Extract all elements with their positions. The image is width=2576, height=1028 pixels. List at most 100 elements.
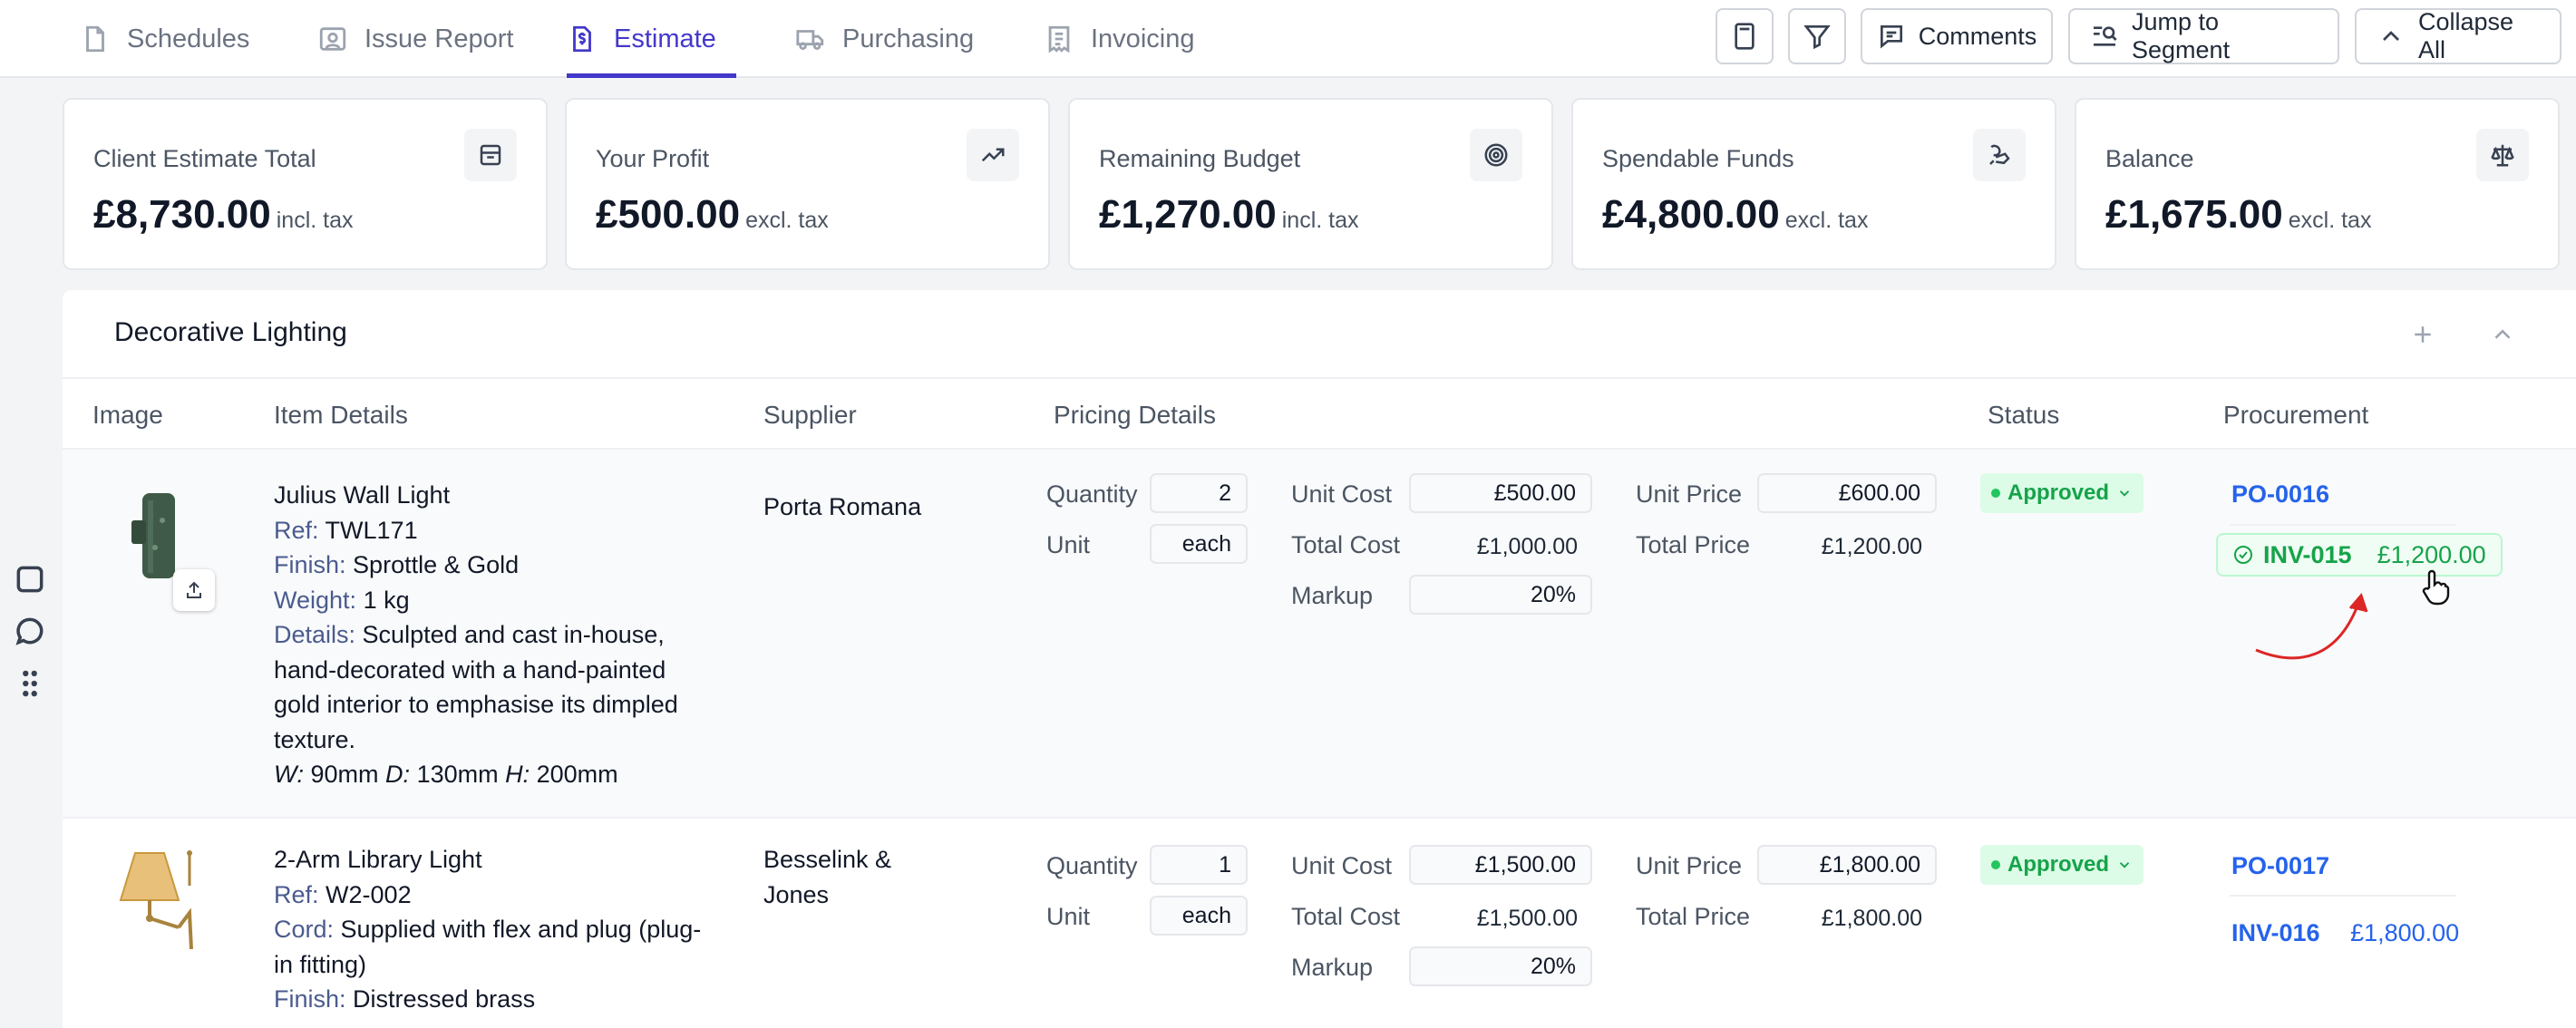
invoice-link[interactable]: INV-016 £1,800.00	[2231, 919, 2459, 947]
unit-input[interactable]: each	[1150, 524, 1248, 564]
purchase-order-link[interactable]: PO-0016	[2231, 480, 2329, 509]
estimate-icon	[573, 25, 591, 53]
supplier-name: Porta Romana	[763, 493, 922, 520]
collapse-all-button[interactable]: Collapse All	[2355, 8, 2561, 64]
issue-report-icon	[319, 27, 346, 51]
tab-estimate[interactable]: Estimate	[567, 0, 736, 78]
unit-price-input[interactable]: £1,800.00	[1757, 845, 1937, 885]
item-details: 2-Arm Library Light Ref: W2-002 Cord: Su…	[274, 842, 718, 1017]
tab-label: Estimate	[614, 24, 716, 53]
comments-icon	[1880, 25, 1902, 49]
card-label: Client Estimate Total	[93, 145, 316, 172]
invoice-number: INV-016	[2231, 919, 2320, 946]
column-header-status: Status	[1988, 401, 2060, 429]
tab-label: Issue Report	[365, 24, 514, 53]
upload-image-button[interactable]	[173, 569, 215, 611]
table-header: Image Item Details Supplier Pricing Deta…	[63, 377, 2576, 450]
card-amount: £1,675.00 excl. tax	[2105, 192, 2372, 237]
calculator-icon	[1735, 23, 1755, 50]
tab-issue-report[interactable]: Issue Report	[317, 0, 513, 78]
tab-label: Invoicing	[1091, 24, 1195, 53]
quantity-input[interactable]: 2	[1150, 473, 1248, 513]
unit-price-input[interactable]: £600.00	[1757, 473, 1937, 513]
summary-card-client-estimate: Client Estimate Total £8,730.00 incl. tax	[63, 98, 548, 270]
upload-icon	[187, 581, 201, 598]
quantity-label: Quantity	[1046, 480, 1138, 508]
card-label: Balance	[2105, 145, 2194, 172]
unit-label: Unit	[1046, 531, 1091, 558]
unit-cost-input[interactable]: £500.00	[1409, 473, 1592, 513]
trending-up-icon	[967, 129, 1019, 181]
status-badge[interactable]: Approved	[1980, 473, 2144, 513]
hand-cursor-icon	[2422, 569, 2450, 606]
markup-input[interactable]: 20%	[1409, 575, 1592, 615]
square-icon[interactable]	[13, 562, 47, 596]
purchase-order-link[interactable]: PO-0017	[2231, 852, 2329, 880]
unit-cost-label: Unit Cost	[1291, 480, 1393, 508]
item-finish: Finish: Sprottle & Gold	[274, 551, 520, 578]
chat-bubble-icon[interactable]	[13, 614, 47, 648]
target-icon	[1470, 129, 1522, 181]
item-description: Details: Sculpted and cast in-house, han…	[274, 621, 678, 753]
status-badge[interactable]: Approved	[1980, 845, 2144, 885]
calculator-button[interactable]	[1716, 8, 1774, 64]
item-name: 2-Arm Library Light	[274, 846, 482, 873]
total-cost-label: Total Cost	[1291, 903, 1401, 930]
tab-invoicing[interactable]: Invoicing	[1044, 0, 1194, 78]
comments-label: Comments	[1918, 22, 2037, 50]
summary-card-spendable-funds: Spendable Funds £4,800.00 excl. tax	[1571, 98, 2056, 270]
card-amount: £4,800.00 excl. tax	[1602, 192, 1869, 237]
item-finish: Finish: Distressed brass	[274, 985, 536, 1013]
total-cost-label: Total Cost	[1291, 531, 1401, 558]
total-cost-value: £1,000.00	[1476, 534, 1578, 559]
add-item-button[interactable]	[2400, 312, 2445, 357]
unit-label: Unit	[1046, 903, 1091, 930]
total-cost-value: £1,500.00	[1476, 906, 1578, 931]
item-cord: Cord: Supplied with flex and plug (plug-…	[274, 916, 702, 978]
filter-button[interactable]	[1788, 8, 1846, 64]
chevron-up-icon	[2383, 31, 2399, 41]
unit-cost-input[interactable]: £1,500.00	[1409, 845, 1592, 885]
drag-handle-icon[interactable]	[13, 666, 47, 701]
total-price-value: £1,800.00	[1821, 906, 1922, 931]
status-dot	[1991, 489, 2000, 498]
comments-button[interactable]: Comments	[1861, 8, 2053, 64]
item-name: Julius Wall Light	[274, 481, 451, 509]
filter-icon	[1803, 25, 1831, 50]
markup-input[interactable]: 20%	[1409, 946, 1592, 986]
status-label: Approved	[2007, 480, 2110, 505]
collapse-section-button[interactable]	[2480, 312, 2525, 357]
jump-to-segment-button[interactable]: Jump to Segment	[2068, 8, 2339, 64]
scale-icon	[2476, 129, 2529, 181]
column-header-supplier: Supplier	[763, 401, 857, 429]
item-ref: Ref: TWL171	[274, 516, 418, 544]
unit-input[interactable]: each	[1150, 896, 1248, 936]
quantity-input[interactable]: 1	[1150, 845, 1248, 885]
collapse-label: Collapse All	[2418, 8, 2514, 63]
column-header-procurement: Procurement	[2223, 401, 2369, 429]
tab-label: Schedules	[127, 24, 250, 53]
item-weight: Weight: 1 kg	[274, 586, 410, 614]
card-label: Spendable Funds	[1602, 145, 1794, 172]
tab-purchasing[interactable]: Purchasing	[795, 0, 974, 78]
search-list-icon	[2094, 26, 2117, 46]
card-label: Remaining Budget	[1099, 145, 1301, 172]
invoice-icon	[1048, 25, 1070, 53]
divider	[2230, 524, 2456, 526]
truck-icon	[796, 30, 824, 51]
chevron-down-icon	[2119, 490, 2130, 497]
jump-label: Jump to Segment	[2132, 8, 2231, 63]
table-row[interactable]: 2-Arm Library Light Ref: W2-002 Cord: Su…	[63, 820, 2576, 1028]
item-ref: Ref: W2-002	[274, 880, 412, 908]
card-label: Your Profit	[596, 145, 710, 172]
markup-label: Markup	[1291, 582, 1374, 609]
coins-icon	[1973, 129, 2026, 181]
top-navigation-bar: Schedules Issue Report Estimate Purchasi…	[0, 0, 2576, 78]
check-circle-icon	[2234, 546, 2252, 564]
unit-price-label: Unit Price	[1636, 852, 1743, 879]
tab-schedules[interactable]: Schedules	[80, 0, 249, 78]
item-details: Julius Wall Light Ref: TWL171 Finish: Sp…	[274, 478, 718, 792]
plus-icon	[2415, 326, 2431, 343]
table-row[interactable]: Julius Wall Light Ref: TWL171 Finish: Sp…	[63, 450, 2576, 819]
total-price-label: Total Price	[1636, 531, 1751, 558]
